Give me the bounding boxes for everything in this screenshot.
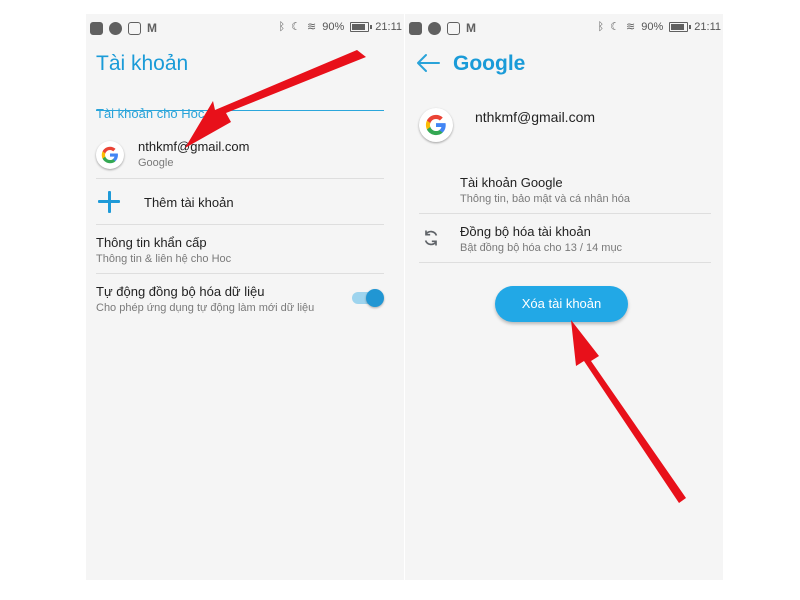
google-account-subtitle: Thông tin, bảo mật và cá nhân hóa bbox=[460, 193, 631, 205]
divider bbox=[419, 262, 711, 263]
section-divider bbox=[96, 110, 384, 111]
moon-icon: ☾ bbox=[610, 21, 621, 33]
emergency-info-title: Thông tin khẩn cấp bbox=[96, 235, 207, 250]
google-account-screen: M ᛒ ☾ ≋ 90% 21:11 Google nthkmf@gmail.co… bbox=[405, 14, 723, 580]
gallery-icon bbox=[447, 22, 460, 35]
google-logo-icon bbox=[96, 141, 124, 169]
add-account-label: Thêm tài khoản bbox=[144, 195, 234, 210]
facebook-icon bbox=[428, 22, 441, 35]
system-status: ᛒ ☾ ≋ 90% 21:11 bbox=[597, 20, 721, 34]
status-bar: M ᛒ ☾ ≋ 90% 21:11 bbox=[405, 14, 723, 42]
notification-icons: M bbox=[90, 22, 161, 35]
auto-sync-subtitle: Cho phép ứng dụng tự động làm mới dữ liệ… bbox=[96, 302, 315, 314]
moon-icon: ☾ bbox=[291, 21, 302, 33]
wifi-icon: ≋ bbox=[626, 21, 636, 33]
sync-account-title: Đồng bộ hóa tài khoản bbox=[460, 224, 591, 239]
divider bbox=[419, 213, 711, 214]
toggle-thumb bbox=[366, 289, 384, 307]
battery-percent: 90% bbox=[322, 20, 345, 33]
clock: 21:11 bbox=[375, 20, 402, 33]
sync-icon bbox=[424, 230, 438, 246]
account-email: nthkmf@gmail.com bbox=[475, 109, 596, 125]
status-bar: M ᛒ ☾ ≋ 90% 21:11 bbox=[86, 14, 404, 42]
battery-icon bbox=[669, 21, 692, 32]
bluetooth-icon: ᛒ bbox=[278, 20, 286, 33]
gmail-icon: M bbox=[147, 21, 157, 35]
battery-percent: 90% bbox=[641, 20, 664, 33]
back-arrow-icon[interactable] bbox=[415, 52, 441, 74]
page-title: Tài khoản bbox=[96, 52, 189, 75]
page-title: Google bbox=[453, 52, 526, 75]
accounts-screen: M ᛒ ☾ ≋ 90% 21:11 Tài khoản Tài khoản ch… bbox=[86, 14, 404, 580]
emergency-info-subtitle: Thông tin & liên hệ cho Hoc bbox=[96, 253, 232, 265]
bluetooth-icon: ᛒ bbox=[597, 20, 605, 33]
divider bbox=[96, 224, 384, 225]
divider bbox=[96, 273, 384, 274]
app-notification-icon bbox=[409, 22, 422, 35]
account-type: Google bbox=[138, 157, 174, 169]
wifi-icon: ≋ bbox=[307, 21, 317, 33]
account-email: nthkmf@gmail.com bbox=[138, 139, 250, 154]
notification-icons: M bbox=[409, 22, 480, 35]
plus-icon bbox=[98, 191, 120, 213]
auto-sync-title: Tự động đồng bộ hóa dữ liệu bbox=[96, 284, 265, 299]
app-notification-icon bbox=[90, 22, 103, 35]
section-header: Tài khoản cho Hoc bbox=[96, 106, 205, 121]
google-account-title: Tài khoản Google bbox=[460, 175, 563, 190]
auto-sync-toggle[interactable] bbox=[352, 289, 384, 307]
remove-account-button[interactable]: Xóa tài khoản bbox=[495, 286, 628, 322]
clock: 21:11 bbox=[694, 20, 721, 33]
facebook-icon bbox=[109, 22, 122, 35]
divider bbox=[96, 178, 384, 179]
gallery-icon bbox=[128, 22, 141, 35]
google-logo-icon bbox=[419, 108, 453, 142]
gmail-icon: M bbox=[466, 21, 476, 35]
battery-icon bbox=[350, 21, 373, 32]
system-status: ᛒ ☾ ≋ 90% 21:11 bbox=[278, 20, 402, 34]
sync-account-subtitle: Bật đồng bộ hóa cho 13 / 14 mục bbox=[460, 242, 623, 254]
